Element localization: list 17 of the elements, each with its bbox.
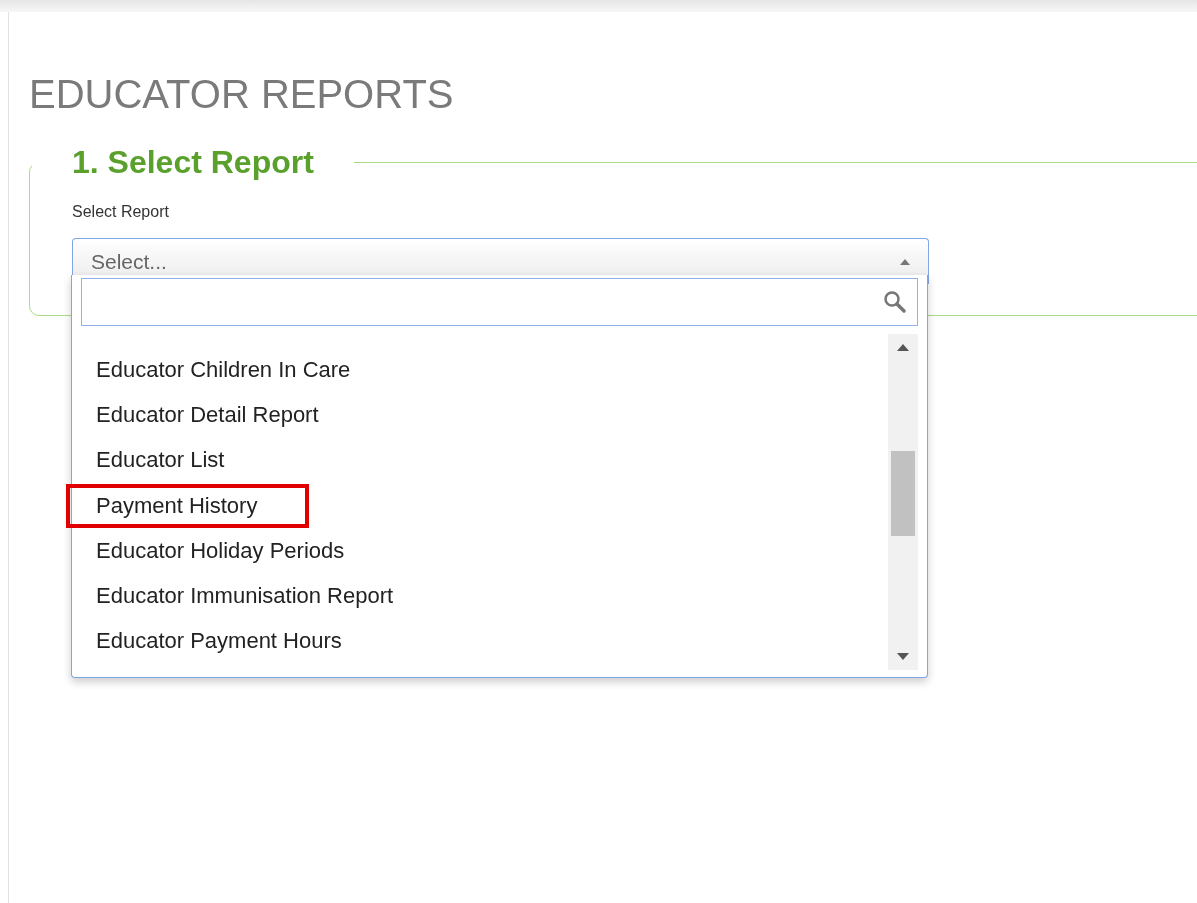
report-option[interactable]: Educator Payment Hours bbox=[96, 627, 342, 656]
report-option[interactable]: Payment History bbox=[96, 491, 258, 520]
report-option[interactable]: Educator Immunisation Report bbox=[96, 582, 394, 611]
scrollbar-thumb[interactable] bbox=[891, 451, 915, 536]
scrollbar[interactable] bbox=[888, 334, 918, 670]
report-option[interactable]: Educator Detail Report bbox=[96, 400, 319, 429]
report-option[interactable]: Educator List bbox=[96, 446, 225, 475]
scroll-up-icon[interactable] bbox=[897, 344, 909, 351]
field-label: Select Report bbox=[72, 202, 169, 222]
report-option[interactable]: Educator Holiday Periods bbox=[96, 536, 345, 565]
page-title: EDUCATOR REPORTS bbox=[29, 74, 454, 114]
scroll-down-icon[interactable] bbox=[897, 653, 909, 660]
caret-up-icon bbox=[900, 258, 910, 265]
search-field[interactable] bbox=[81, 278, 918, 326]
search-icon bbox=[883, 290, 907, 314]
report-option[interactable]: Educator Children In Care bbox=[96, 355, 351, 384]
section-legend: 1. Select Report bbox=[32, 146, 354, 178]
